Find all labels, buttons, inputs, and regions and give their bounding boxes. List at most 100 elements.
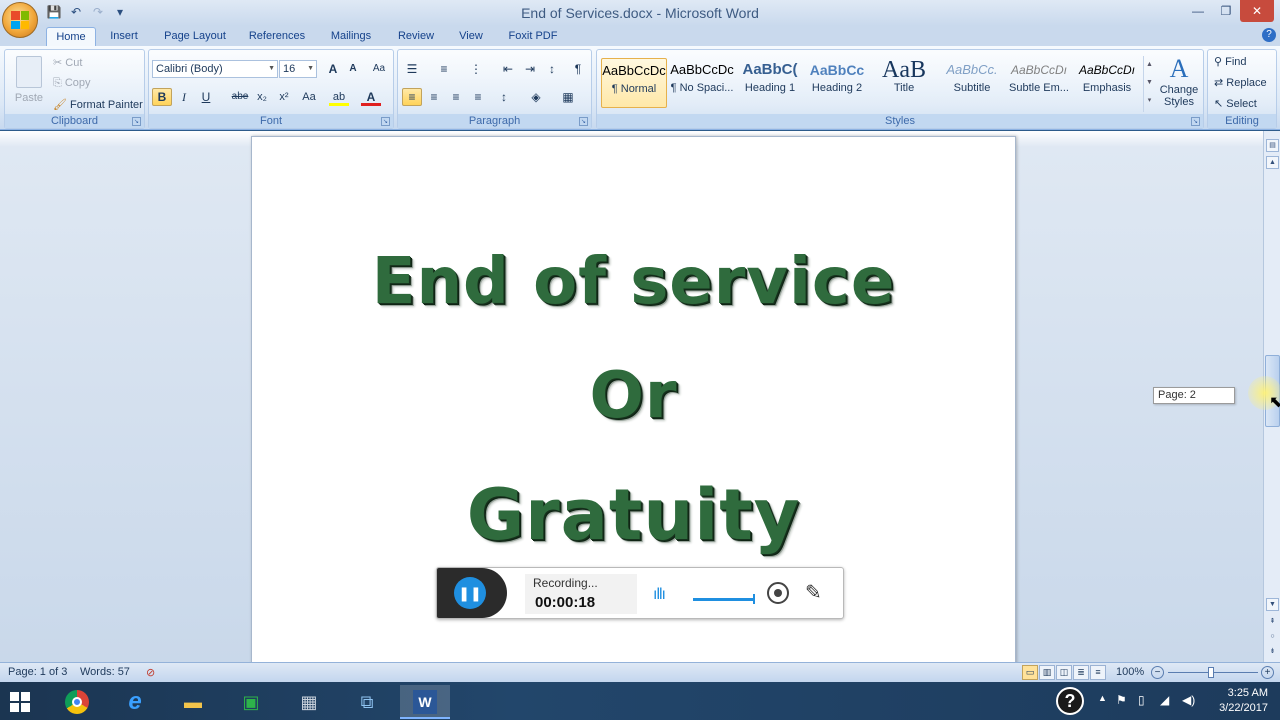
change-case-button[interactable]: Aa: [297, 88, 321, 106]
internet-explorer-icon[interactable]: e: [112, 685, 158, 719]
show-hidden-icons-icon[interactable]: ▲: [1098, 693, 1107, 703]
scroll-down-icon[interactable]: ▼: [1266, 598, 1279, 611]
flag-icon[interactable]: ⚑: [1116, 693, 1127, 707]
pause-button[interactable]: ❚❚: [454, 577, 486, 609]
webcam-icon[interactable]: [767, 582, 789, 604]
word-taskbar-icon[interactable]: W: [400, 685, 450, 719]
select-button[interactable]: ↖ Select: [1214, 97, 1257, 110]
help-icon[interactable]: ?: [1262, 28, 1276, 42]
style-no-spacing[interactable]: AaBbCcDc ¶ No Spaci...: [669, 58, 735, 108]
outline-icon[interactable]: ≣: [1073, 665, 1089, 680]
scroll-up-icon[interactable]: ▲: [1266, 156, 1279, 169]
format-painter-button[interactable]: 🖌 Format Painter: [53, 98, 143, 111]
file-explorer-icon[interactable]: ▬: [170, 685, 216, 719]
style-emphasis[interactable]: AaBbCcDı Emphasis: [1074, 58, 1140, 108]
tab-insert[interactable]: Insert: [104, 27, 144, 46]
tab-view[interactable]: View: [452, 27, 490, 46]
align-left-icon[interactable]: ≡: [402, 88, 422, 106]
tab-review[interactable]: Review: [393, 27, 439, 46]
pen-icon[interactable]: ✎: [805, 580, 822, 605]
styles-scroll[interactable]: ▲ ▼ ▾: [1143, 56, 1155, 112]
wordart-line-3[interactable]: Gratuity: [252, 474, 1015, 556]
office-button[interactable]: [2, 2, 38, 38]
volume-icon[interactable]: ◀): [1182, 693, 1195, 707]
align-right-icon[interactable]: ≡: [446, 88, 466, 106]
close-button[interactable]: ✕: [1240, 0, 1274, 22]
battery-icon[interactable]: ▯: [1138, 693, 1145, 707]
font-color-button[interactable]: A: [361, 88, 381, 106]
taskbar-clock[interactable]: 3:25 AM 3/22/2017: [1198, 686, 1268, 716]
network-app-icon[interactable]: ⧉: [344, 685, 390, 719]
previous-page-icon[interactable]: ⇞: [1266, 616, 1279, 629]
numbering-icon[interactable]: ≡: [434, 60, 454, 78]
paste-button[interactable]: Paste: [11, 54, 47, 114]
font-name-combo[interactable]: Calibri (Body) ▼: [152, 60, 278, 78]
borders-icon[interactable]: ▦: [558, 88, 578, 106]
tab-references[interactable]: References: [245, 27, 309, 46]
italic-button[interactable]: I: [174, 88, 194, 106]
find-button[interactable]: ⚲ Find: [1214, 55, 1247, 68]
calculator-icon[interactable]: ▦: [286, 685, 332, 719]
align-center-icon[interactable]: ≡: [424, 88, 444, 106]
wordart-line-2[interactable]: Or: [252, 359, 1015, 433]
clipboard-launcher[interactable]: ↘: [132, 117, 141, 126]
page-count[interactable]: Page: 1 of 3: [8, 666, 67, 678]
bold-button[interactable]: B: [152, 88, 172, 106]
change-styles-button[interactable]: A Change Styles: [1157, 54, 1201, 108]
maximize-button[interactable]: ❐: [1212, 0, 1240, 22]
cut-button[interactable]: ✂ Cut: [53, 56, 82, 69]
volume-slider[interactable]: [693, 594, 755, 604]
zoom-in-icon[interactable]: +: [1261, 666, 1274, 679]
next-page-icon[interactable]: ⇟: [1266, 646, 1279, 659]
tab-mailings[interactable]: Mailings: [325, 27, 377, 46]
wifi-icon[interactable]: ◢: [1160, 693, 1169, 707]
proofing-icon[interactable]: ⊘: [146, 666, 155, 679]
highlight-button[interactable]: ab: [329, 88, 349, 106]
word-count[interactable]: Words: 57: [80, 666, 130, 678]
help-question-icon[interactable]: ?: [1056, 687, 1084, 715]
tab-page-layout[interactable]: Page Layout: [160, 27, 230, 46]
superscript-button[interactable]: x²: [274, 88, 294, 106]
replace-button[interactable]: ⇄ Replace: [1214, 76, 1267, 89]
styles-launcher[interactable]: ↘: [1191, 117, 1200, 126]
grow-font-button[interactable]: A: [323, 60, 343, 78]
decrease-indent-icon[interactable]: ⇤: [498, 60, 518, 78]
tab-home[interactable]: Home: [46, 27, 96, 46]
style-title[interactable]: AaB Title: [871, 58, 937, 108]
zoom-level[interactable]: 100%: [1116, 666, 1144, 678]
clear-formatting-button[interactable]: Aa: [369, 60, 389, 78]
select-browse-object-icon[interactable]: ○: [1266, 631, 1279, 644]
strikethrough-button[interactable]: abe: [228, 88, 252, 106]
sort-icon[interactable]: ↕: [542, 60, 562, 78]
paragraph-launcher[interactable]: ↘: [579, 117, 588, 126]
line-spacing-icon[interactable]: ↕: [494, 88, 514, 106]
copy-button[interactable]: ⎘ Copy: [53, 77, 91, 90]
web-layout-icon[interactable]: ◫: [1056, 665, 1072, 680]
style-heading-1[interactable]: AaBbC( Heading 1: [737, 58, 803, 108]
windows-start-icon[interactable]: [10, 692, 30, 712]
increase-indent-icon[interactable]: ⇥: [520, 60, 540, 78]
underline-button[interactable]: U: [196, 88, 216, 106]
style-subtle-emphasis[interactable]: AaBbCcDı Subtle Em...: [1006, 58, 1072, 108]
show-marks-button[interactable]: ¶: [568, 60, 588, 78]
bullets-icon[interactable]: ☰: [402, 60, 422, 78]
tab-foxit-pdf[interactable]: Foxit PDF: [505, 27, 561, 46]
style-normal[interactable]: AaBbCcDc ¶ Normal: [601, 58, 667, 108]
ruler-toggle-icon[interactable]: ▤: [1266, 139, 1279, 152]
wordart-line-1[interactable]: End of service: [252, 245, 1015, 319]
font-size-combo[interactable]: 16 ▼: [279, 60, 317, 78]
minimize-button[interactable]: —: [1184, 0, 1212, 22]
justify-icon[interactable]: ≡: [468, 88, 488, 106]
shading-icon[interactable]: ◈: [526, 88, 546, 106]
subscript-button[interactable]: x₂: [252, 88, 272, 106]
font-launcher[interactable]: ↘: [381, 117, 390, 126]
shrink-font-button[interactable]: A: [343, 60, 363, 78]
draft-icon[interactable]: ≡: [1090, 665, 1106, 680]
chrome-icon[interactable]: [54, 685, 100, 719]
store-icon[interactable]: ▣: [228, 685, 274, 719]
style-heading-2[interactable]: AaBbCc Heading 2: [804, 58, 870, 108]
zoom-slider-thumb[interactable]: [1208, 667, 1214, 678]
full-screen-reading-icon[interactable]: ▥: [1039, 665, 1055, 680]
print-layout-icon[interactable]: ▭: [1022, 665, 1038, 680]
multilevel-list-icon[interactable]: ⋮: [466, 60, 486, 78]
